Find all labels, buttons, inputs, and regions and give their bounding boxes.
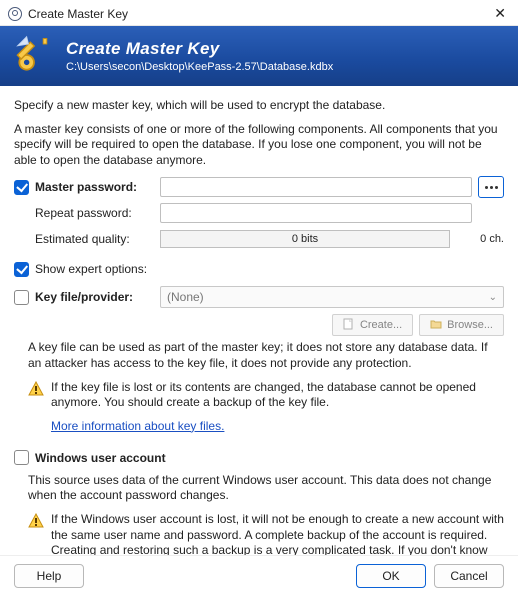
keyfile-info-link[interactable]: More information about key files. (51, 419, 224, 433)
keyfile-selected: (None) (167, 290, 204, 304)
help-button[interactable]: Help (14, 564, 84, 588)
chars-text: 0 ch. (458, 233, 504, 245)
windows-account-checkbox[interactable] (14, 450, 29, 465)
windows-account-label: Windows user account (35, 451, 166, 465)
keyfile-desc: A key file can be used as part of the ma… (28, 340, 504, 371)
footer: Help OK Cancel (0, 555, 518, 600)
expert-options-checkbox[interactable] (14, 262, 29, 277)
warning-icon (28, 381, 44, 397)
banner: Create Master Key C:\Users\secon\Desktop… (0, 26, 518, 86)
quality-text: 0 bits (292, 233, 318, 245)
titlebar: Create Master Key ✕ (0, 0, 518, 26)
banner-title: Create Master Key (66, 39, 333, 59)
master-password-section: Master password: Repeat password: Estima… (14, 176, 504, 250)
key-icon (12, 33, 56, 80)
keyfile-label: Key file/provider: (35, 290, 133, 304)
keyfile-combo[interactable]: (None) ⌄ (160, 286, 504, 308)
windows-account-desc: This source uses data of the current Win… (28, 473, 504, 504)
window-title: Create Master Key (28, 7, 490, 21)
new-file-icon (343, 318, 355, 333)
repeat-password-label: Repeat password: (35, 206, 132, 220)
ok-button[interactable]: OK (356, 564, 426, 588)
quality-label: Estimated quality: (35, 232, 130, 246)
intro-line2: A master key consists of one or more of … (14, 122, 504, 169)
intro-line1: Specify a new master key, which will be … (14, 98, 504, 114)
close-icon[interactable]: ✕ (490, 5, 510, 22)
master-password-checkbox[interactable] (14, 180, 29, 195)
master-password-input[interactable] (160, 177, 472, 197)
chevron-down-icon: ⌄ (489, 292, 497, 303)
keyfile-warning: If the key file is lost or its contents … (28, 380, 504, 411)
keyfile-checkbox[interactable] (14, 290, 29, 305)
repeat-password-input[interactable] (160, 203, 472, 223)
content: Specify a new master key, which will be … (0, 86, 518, 555)
windows-account-warning: If the Windows user account is lost, it … (28, 512, 504, 555)
banner-path: C:\Users\secon\Desktop\KeePass-2.57\Data… (66, 61, 333, 73)
master-password-label: Master password: (35, 180, 137, 194)
quality-bar: 0 bits (160, 230, 450, 248)
reveal-password-button[interactable] (478, 176, 504, 198)
folder-icon (430, 318, 442, 333)
warning-icon (28, 513, 44, 529)
cancel-button[interactable]: Cancel (434, 564, 504, 588)
keyfile-create-button[interactable]: Create... (332, 314, 413, 336)
expert-options-label: Show expert options: (35, 262, 147, 276)
keyfile-browse-button[interactable]: Browse... (419, 314, 504, 336)
lock-icon (8, 7, 22, 21)
